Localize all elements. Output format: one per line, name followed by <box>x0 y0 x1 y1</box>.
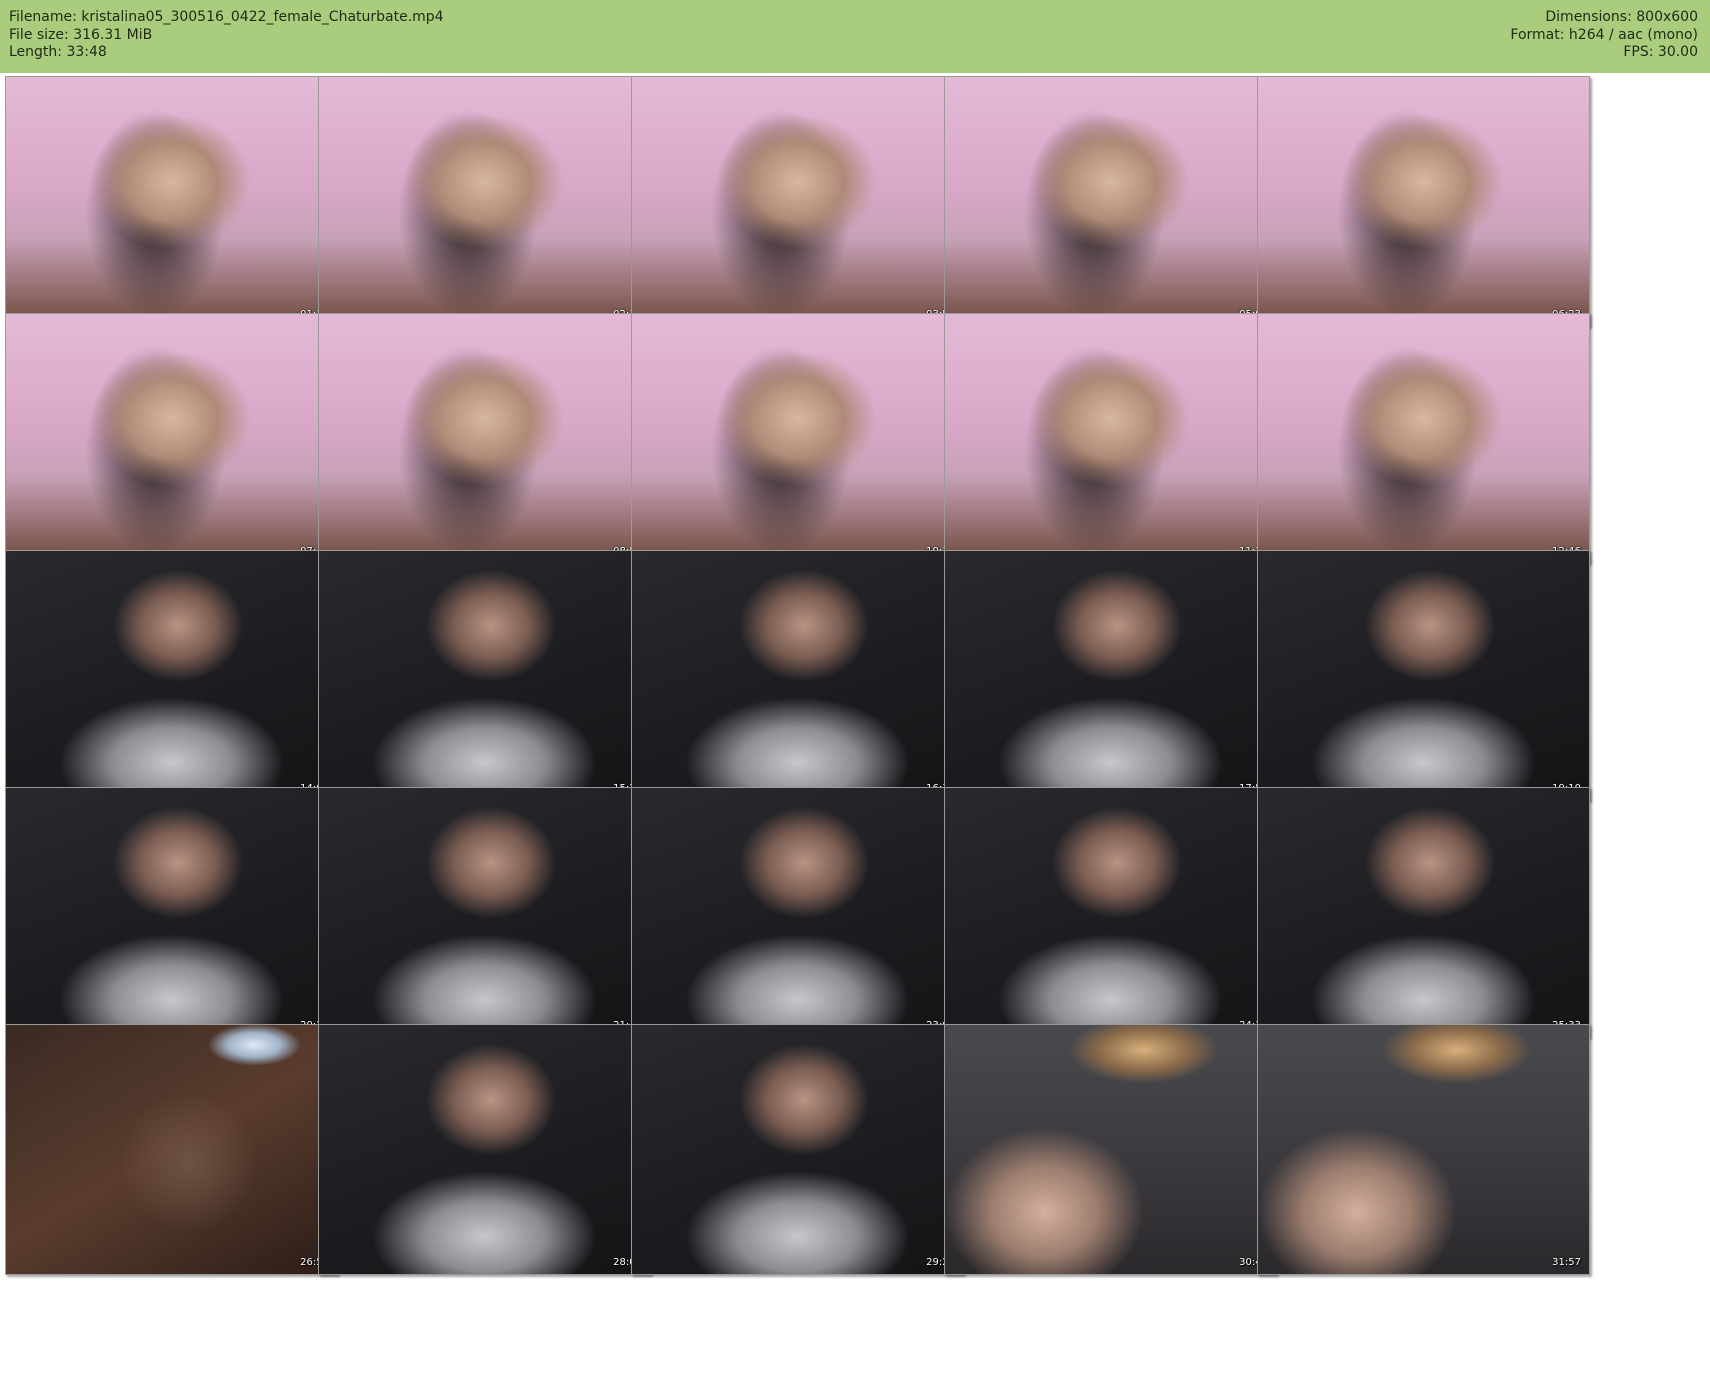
thumbnail-frame: 29:23 <box>631 1024 964 1275</box>
thumbnail-frame: 23:00 <box>631 787 964 1038</box>
thumbnail-frame: 02:33 <box>318 76 651 327</box>
thumbnail-frame: 30:40 <box>944 1024 1277 1275</box>
thumbnail-frame: 15:20 <box>318 550 651 801</box>
thumbnail-frame: 03:50 <box>631 76 964 327</box>
format-text: Format: h264 / aac (mono) <box>1510 26 1698 43</box>
thumbnail-frame: 06:23 <box>1257 76 1590 327</box>
thumbnail-frame: 07:40 <box>5 313 338 564</box>
thumbnail-frame: 01:16 <box>5 76 338 327</box>
thumbnail-frame: 10:13 <box>631 313 964 564</box>
thumbnail-frame: 28:07 <box>318 1024 651 1275</box>
thumbnail-frame: 12:46 <box>1257 313 1590 564</box>
thumbnail-frame: 20:26 <box>5 787 338 1038</box>
length-text: Length: 33:48 <box>9 44 107 60</box>
thumbnail-frame: 08:56 <box>318 313 651 564</box>
fps-text: FPS: 30.00 <box>1623 44 1698 60</box>
file-info-left: Filename: kristalina05_300516_0422_femal… <box>9 9 444 62</box>
thumbnail-frame: 26:50 <box>5 1024 338 1275</box>
thumbnail-frame: 05:06 <box>944 76 1277 327</box>
thumbnail-frame: 16:36 <box>631 550 964 801</box>
thumbnail-frame: 25:33 <box>1257 787 1590 1038</box>
thumbnail-frame: 21:43 <box>318 787 651 1038</box>
filesize-text: File size: 316.31 MiB <box>9 26 153 43</box>
thumbnail-frame: 19:10 <box>1257 550 1590 801</box>
thumbnail-frame: 17:53 <box>944 550 1277 801</box>
file-info-right: Dimensions: 800x600 Format: h264 / aac (… <box>1510 9 1698 62</box>
thumbnail-timestamp: 31:57 <box>1552 1257 1581 1268</box>
info-header: Filename: kristalina05_300516_0422_femal… <box>0 0 1710 73</box>
thumbnail-frame: 14:03 <box>5 550 338 801</box>
filename-text: Filename: kristalina05_300516_0422_femal… <box>9 9 444 25</box>
thumbnail-grid: 01:1602:3303:5005:0606:23 07:4008:5610:13… <box>0 73 1710 1373</box>
thumbnail-frame: 11:30 <box>944 313 1277 564</box>
dimensions-text: Dimensions: 800x600 <box>1545 9 1698 25</box>
thumbnail-frame: 24:16 <box>944 787 1277 1038</box>
thumbnail-frame: 31:57 <box>1257 1024 1590 1275</box>
